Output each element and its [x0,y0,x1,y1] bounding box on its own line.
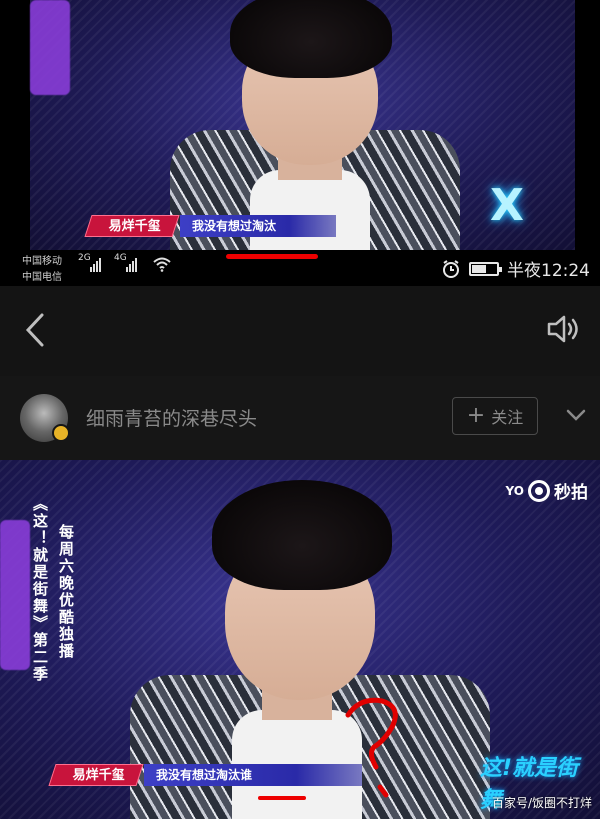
follow-button[interactable]: + 关注 [452,397,538,435]
network-type-1: 2G [78,253,91,263]
side-caption-1: 每周六晚优酷独播 [57,524,75,660]
network-type-2: 4G [114,253,127,263]
top-subtitle-text: 我没有想过淘汰 [180,215,337,237]
red-underline-annotation [258,796,306,800]
author-row: 细雨青苔的深巷尽头 + 关注 [0,376,600,460]
speaker-icon[interactable] [546,314,582,344]
bottom-subtitle-bar: 易烊千玺 我没有想过淘汰谁 [48,763,363,787]
bottom-video-frame[interactable]: 每周六晚优酷独播 《这！就是街舞》第二季 YO 秒拍 易烊千玺 我没有想过淘汰谁… [0,460,600,819]
app-header [0,286,600,376]
stage-neon-shape [0,520,30,670]
show-logo-glyph: X [490,180,524,231]
battery-level [472,264,487,273]
red-underline-annotation-top [226,254,318,259]
chevron-left-icon[interactable] [22,312,48,348]
chevron-down-icon[interactable] [565,406,587,424]
wifi-icon [153,257,171,272]
top-video-frame: 易烊千玺 我没有想过淘汰 X [0,0,600,250]
shirt [250,170,370,250]
miaopai-watermark: YO 秒拍 [506,478,588,503]
bottom-subtitle-text: 我没有想过淘汰谁 [144,764,363,786]
top-name-tag: 易烊千玺 [84,215,180,237]
stage-background: 易烊千玺 我没有想过淘汰 X [30,0,575,250]
watermark-text: 秒拍 [554,483,588,503]
clock-time: 半夜12:24 [507,261,590,281]
author-name[interactable]: 细雨青苔的深巷尽头 [86,404,257,431]
follow-label: 关注 [491,408,524,427]
verified-badge-icon [52,424,70,442]
watermark-prefix: YO [505,483,524,498]
carrier-label-2: 中国电信 [22,272,62,283]
source-credit: 百家号/饭圈不打烊 [491,796,592,810]
question-mark-annotation [345,697,398,798]
plus-icon: + [466,403,486,428]
top-subtitle-bar: 易烊千玺 我没有想过淘汰 [84,214,337,238]
status-right-group: 半夜12:24 [441,256,590,281]
battery-icon [469,261,502,276]
signal-icon-1 [90,256,101,272]
bottom-name-tag: 易烊千玺 [48,764,144,786]
carrier-label-1: 中国移动 [22,256,62,267]
alarm-icon [443,259,459,278]
hair [230,0,392,78]
signal-icon-2 [126,256,137,272]
hair [212,480,392,590]
side-caption-2: 《这！就是街舞》第二季 [31,496,49,683]
stage-neon-shape [30,0,70,95]
camera-icon [528,479,550,502]
